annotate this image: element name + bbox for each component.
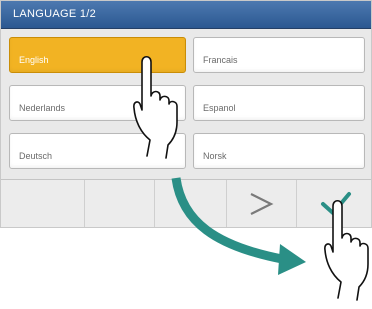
next-page-button[interactable] bbox=[227, 180, 297, 227]
language-english-button[interactable]: English bbox=[9, 37, 186, 73]
empty-slot bbox=[155, 180, 227, 227]
language-deutsch-button[interactable]: Deutsch bbox=[9, 133, 186, 169]
chevron-right-icon bbox=[250, 193, 274, 215]
language-norsk-button[interactable]: Norsk bbox=[193, 133, 365, 169]
empty-slot bbox=[1, 180, 85, 227]
checkmark-icon bbox=[321, 192, 351, 215]
empty-slot bbox=[85, 180, 155, 227]
confirm-button[interactable] bbox=[297, 180, 371, 227]
language-nederlands-button[interactable]: Nederlands bbox=[9, 85, 186, 121]
bottom-bar bbox=[1, 179, 371, 227]
device-screen: LANGUAGE 1/2 English Francais Nederlands… bbox=[0, 0, 372, 228]
language-espanol-button[interactable]: Espanol bbox=[193, 85, 365, 121]
page-title: LANGUAGE 1/2 bbox=[13, 8, 97, 20]
title-bar: LANGUAGE 1/2 bbox=[1, 1, 371, 29]
language-francais-button[interactable]: Francais bbox=[193, 37, 365, 73]
